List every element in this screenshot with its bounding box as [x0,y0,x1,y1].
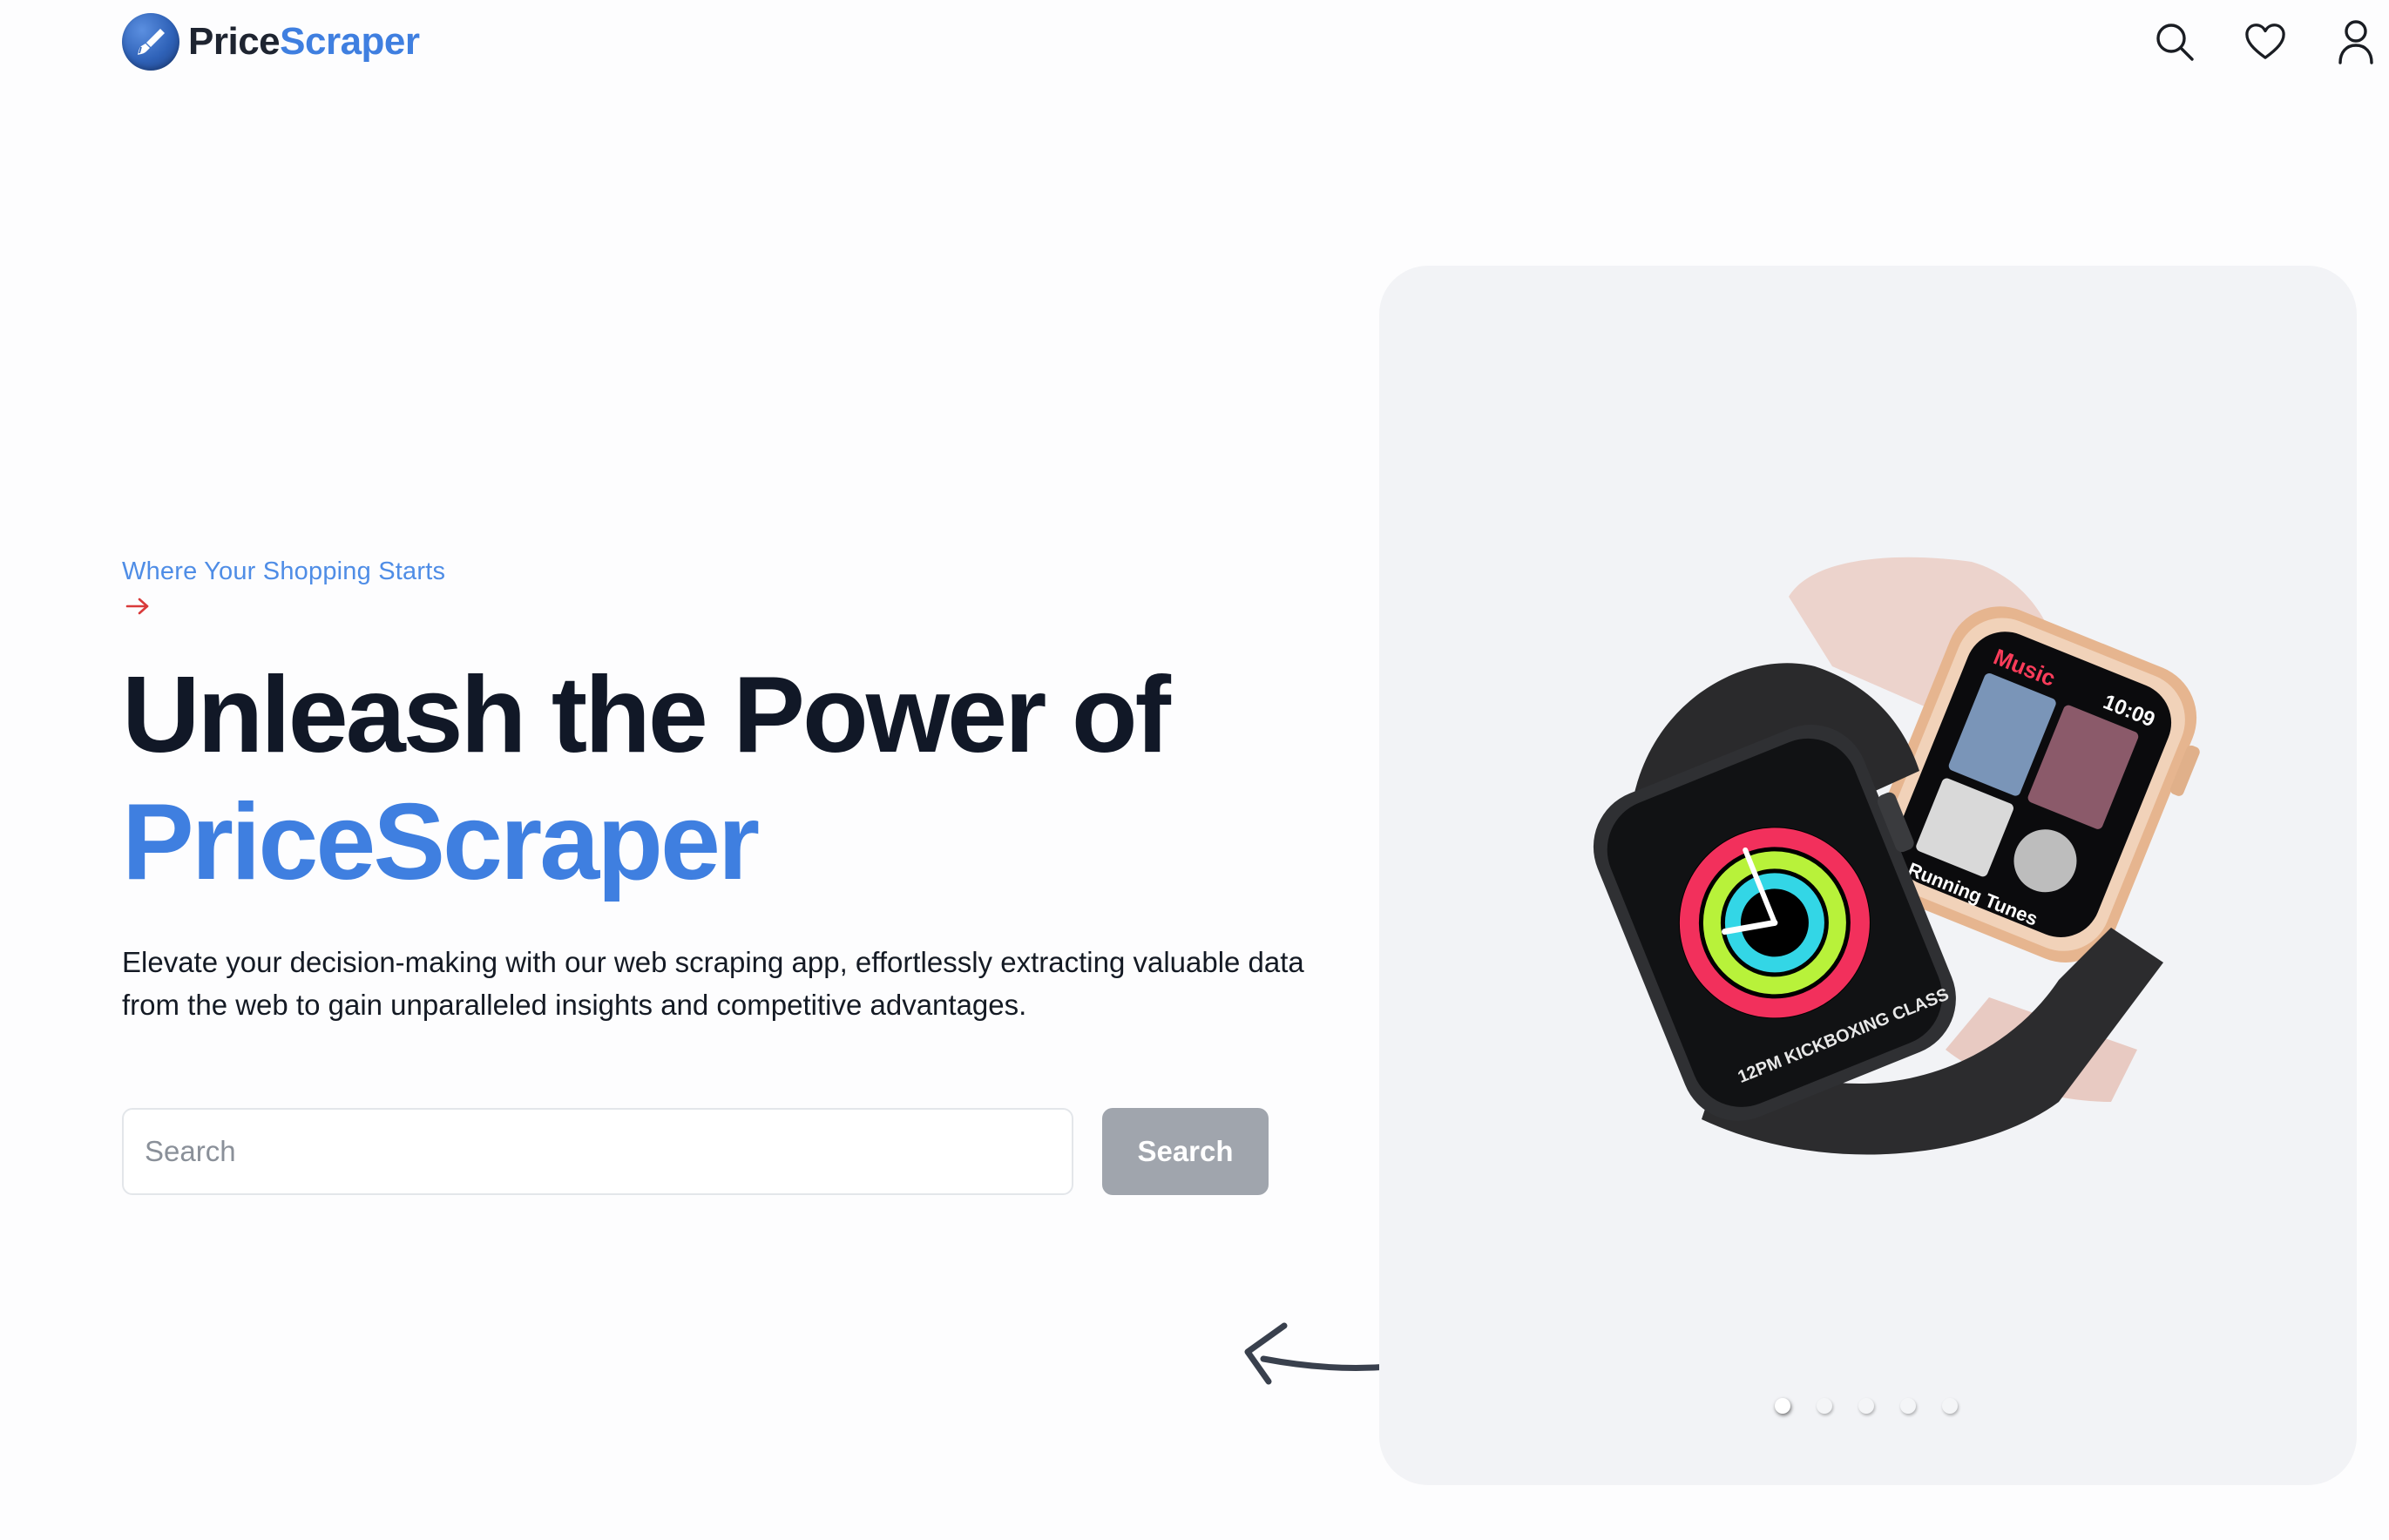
user-icon[interactable] [2335,19,2377,64]
hero-description: Elevate your decision-making with our we… [122,946,1304,1021]
search-button[interactable]: Search [1102,1108,1269,1195]
smartwatch-product-image: Music 10:09 Running Tunes 12PM KICKBOXIN… [1593,557,2200,1155]
carousel-dot-1[interactable] [1775,1398,1790,1414]
brand-name: PriceScraper [188,23,420,61]
brand-name-part2: Scraper [280,20,420,63]
carousel-pagination [1775,1398,1958,1414]
product-carousel: Music 10:09 Running Tunes 12PM KICKBOXIN… [1379,266,2357,1485]
carousel-dot-4[interactable] [1900,1398,1916,1414]
brand-name-part1: Price [188,20,281,63]
brand-logo-link[interactable]: PriceScraper [122,12,420,71]
hero-headline: Unleash the Power of PriceScraper [122,652,1171,906]
search-input[interactable] [122,1108,1073,1195]
arrow-right-icon [125,598,149,615]
carousel-dot-2[interactable] [1817,1398,1832,1414]
brush-logo-icon [122,13,179,71]
landing-page: PriceScraper Where Your Shopping Starts … [0,0,2389,1540]
hero-tagline: Where Your Shopping Starts [122,557,446,585]
hero-headline-line1: Unleash the Power of [122,655,1171,775]
heart-icon[interactable] [2244,19,2286,64]
carousel-dot-3[interactable] [1858,1398,1874,1414]
hero-headline-brand: PriceScraper [122,782,760,902]
search-icon[interactable] [2154,19,2196,64]
header-actions [2154,19,2377,64]
carousel-dot-5[interactable] [1942,1398,1958,1414]
